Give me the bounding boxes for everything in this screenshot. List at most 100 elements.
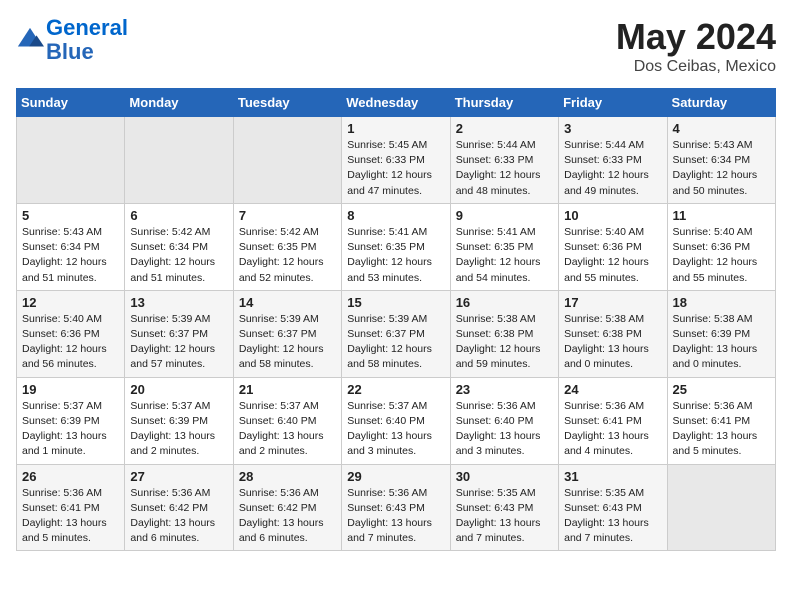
day-info: Sunrise: 5:41 AMSunset: 6:35 PMDaylight:… [347,225,444,286]
day-number: 29 [347,469,444,484]
day-info: Sunrise: 5:44 AMSunset: 6:33 PMDaylight:… [564,138,661,199]
calendar-cell: 21 Sunrise: 5:37 AMSunset: 6:40 PMDayligh… [233,377,341,464]
calendar-cell: 12Sunrise: 5:40 AMSunset: 6:36 PMDayligh… [17,290,125,377]
calendar-cell [667,464,775,551]
day-info: Sunrise: 5:37 AMSunset: 6:39 PMDaylight:… [22,399,119,460]
logo-icon [16,26,44,54]
logo: General Blue [16,16,128,64]
calendar-cell: 17 Sunrise: 5:38 AMSunset: 6:38 PMDayligh… [559,290,667,377]
calendar-cell: 8 Sunrise: 5:41 AMSunset: 6:35 PMDaylight… [342,203,450,290]
calendar-week-row: 1Sunrise: 5:45 AMSunset: 6:33 PMDaylight… [17,117,776,204]
day-number: 17 [564,295,661,310]
day-info: Sunrise: 5:36 AMSunset: 6:41 PMDaylight:… [564,399,661,460]
calendar-cell: 10 Sunrise: 5:40 AMSunset: 6:36 PMDayligh… [559,203,667,290]
weekday-header: Monday [125,89,233,117]
day-info: Sunrise: 5:40 AMSunset: 6:36 PMDaylight:… [564,225,661,286]
month-title: May 2024 [616,16,776,58]
calendar-cell: 4 Sunrise: 5:43 AMSunset: 6:34 PMDaylight… [667,117,775,204]
day-info: Sunrise: 5:38 AMSunset: 6:38 PMDaylight:… [564,312,661,373]
calendar-table: SundayMondayTuesdayWednesdayThursdayFrid… [16,88,776,551]
day-info: Sunrise: 5:36 AMSunset: 6:41 PMDaylight:… [22,486,119,547]
calendar-week-row: 5 Sunrise: 5:43 AMSunset: 6:34 PMDaylight… [17,203,776,290]
day-info: Sunrise: 5:42 AMSunset: 6:35 PMDaylight:… [239,225,336,286]
weekday-header: Tuesday [233,89,341,117]
day-info: Sunrise: 5:36 AMSunset: 6:42 PMDaylight:… [239,486,336,547]
day-info: Sunrise: 5:36 AMSunset: 6:42 PMDaylight:… [130,486,227,547]
day-number: 26 [22,469,119,484]
day-number: 5 [22,208,119,223]
day-number: 6 [130,208,227,223]
calendar-cell: 22 Sunrise: 5:37 AMSunset: 6:40 PMDayligh… [342,377,450,464]
calendar-cell [125,117,233,204]
calendar-cell: 14 Sunrise: 5:39 AMSunset: 6:37 PMDayligh… [233,290,341,377]
calendar-cell [17,117,125,204]
day-info: Sunrise: 5:36 AMSunset: 6:43 PMDaylight:… [347,486,444,547]
weekday-header: Friday [559,89,667,117]
day-number: 19 [22,382,119,397]
calendar-cell: 27 Sunrise: 5:36 AMSunset: 6:42 PMDayligh… [125,464,233,551]
page-header: General Blue May 2024 Dos Ceibas, Mexico [16,16,776,76]
day-info: Sunrise: 5:43 AMSunset: 6:34 PMDaylight:… [673,138,770,199]
day-number: 20 [130,382,227,397]
day-info: Sunrise: 5:39 AMSunset: 6:37 PMDaylight:… [239,312,336,373]
day-number: 28 [239,469,336,484]
weekday-header: Thursday [450,89,558,117]
day-info: Sunrise: 5:41 AMSunset: 6:35 PMDaylight:… [456,225,553,286]
day-info: Sunrise: 5:44 AMSunset: 6:33 PMDaylight:… [456,138,553,199]
calendar-cell: 28 Sunrise: 5:36 AMSunset: 6:42 PMDayligh… [233,464,341,551]
calendar-cell: 20Sunrise: 5:37 AMSunset: 6:39 PMDayligh… [125,377,233,464]
day-number: 21 [239,382,336,397]
day-info: Sunrise: 5:43 AMSunset: 6:34 PMDaylight:… [22,225,119,286]
day-info: Sunrise: 5:40 AMSunset: 6:36 PMDaylight:… [673,225,770,286]
day-info: Sunrise: 5:45 AMSunset: 6:33 PMDaylight:… [347,138,444,199]
calendar-cell: 19 Sunrise: 5:37 AMSunset: 6:39 PMDayligh… [17,377,125,464]
calendar-cell: 16Sunrise: 5:38 AMSunset: 6:38 PMDayligh… [450,290,558,377]
calendar-cell: 23 Sunrise: 5:36 AMSunset: 6:40 PMDayligh… [450,377,558,464]
day-info: Sunrise: 5:36 AMSunset: 6:41 PMDaylight:… [673,399,770,460]
day-info: Sunrise: 5:38 AMSunset: 6:39 PMDaylight:… [673,312,770,373]
calendar-week-row: 19 Sunrise: 5:37 AMSunset: 6:39 PMDayligh… [17,377,776,464]
calendar-cell: 6 Sunrise: 5:42 AMSunset: 6:34 PMDaylight… [125,203,233,290]
calendar-cell: 11 Sunrise: 5:40 AMSunset: 6:36 PMDayligh… [667,203,775,290]
calendar-cell: 25 Sunrise: 5:36 AMSunset: 6:41 PMDayligh… [667,377,775,464]
day-number: 7 [239,208,336,223]
day-number: 9 [456,208,553,223]
weekday-header: Wednesday [342,89,450,117]
title-block: May 2024 Dos Ceibas, Mexico [616,16,776,76]
day-number: 16 [456,295,553,310]
day-number: 24 [564,382,661,397]
calendar-cell: 26 Sunrise: 5:36 AMSunset: 6:41 PMDayligh… [17,464,125,551]
day-info: Sunrise: 5:37 AMSunset: 6:40 PMDaylight:… [347,399,444,460]
calendar-cell: 3Sunrise: 5:44 AMSunset: 6:33 PMDaylight… [559,117,667,204]
day-number: 11 [673,208,770,223]
day-info: Sunrise: 5:37 AMSunset: 6:40 PMDaylight:… [239,399,336,460]
calendar-cell: 13Sunrise: 5:39 AMSunset: 6:37 PMDayligh… [125,290,233,377]
calendar-cell: 30Sunrise: 5:35 AMSunset: 6:43 PMDayligh… [450,464,558,551]
day-info: Sunrise: 5:39 AMSunset: 6:37 PMDaylight:… [347,312,444,373]
calendar-cell: 15 Sunrise: 5:39 AMSunset: 6:37 PMDayligh… [342,290,450,377]
day-number: 18 [673,295,770,310]
calendar-week-row: 12Sunrise: 5:40 AMSunset: 6:36 PMDayligh… [17,290,776,377]
weekday-header: Saturday [667,89,775,117]
weekday-header: Sunday [17,89,125,117]
day-number: 22 [347,382,444,397]
day-number: 27 [130,469,227,484]
calendar-week-row: 26 Sunrise: 5:36 AMSunset: 6:41 PMDayligh… [17,464,776,551]
day-info: Sunrise: 5:36 AMSunset: 6:40 PMDaylight:… [456,399,553,460]
calendar-cell: 9 Sunrise: 5:41 AMSunset: 6:35 PMDaylight… [450,203,558,290]
day-number: 2 [456,121,553,136]
day-number: 4 [673,121,770,136]
day-number: 15 [347,295,444,310]
day-number: 23 [456,382,553,397]
weekday-header-row: SundayMondayTuesdayWednesdayThursdayFrid… [17,89,776,117]
day-number: 14 [239,295,336,310]
logo-text: General Blue [46,16,128,64]
location-title: Dos Ceibas, Mexico [616,58,776,76]
day-number: 12 [22,295,119,310]
day-number: 8 [347,208,444,223]
day-number: 10 [564,208,661,223]
calendar-cell: 2 Sunrise: 5:44 AMSunset: 6:33 PMDaylight… [450,117,558,204]
day-number: 25 [673,382,770,397]
day-info: Sunrise: 5:35 AMSunset: 6:43 PMDaylight:… [456,486,553,547]
day-info: Sunrise: 5:42 AMSunset: 6:34 PMDaylight:… [130,225,227,286]
